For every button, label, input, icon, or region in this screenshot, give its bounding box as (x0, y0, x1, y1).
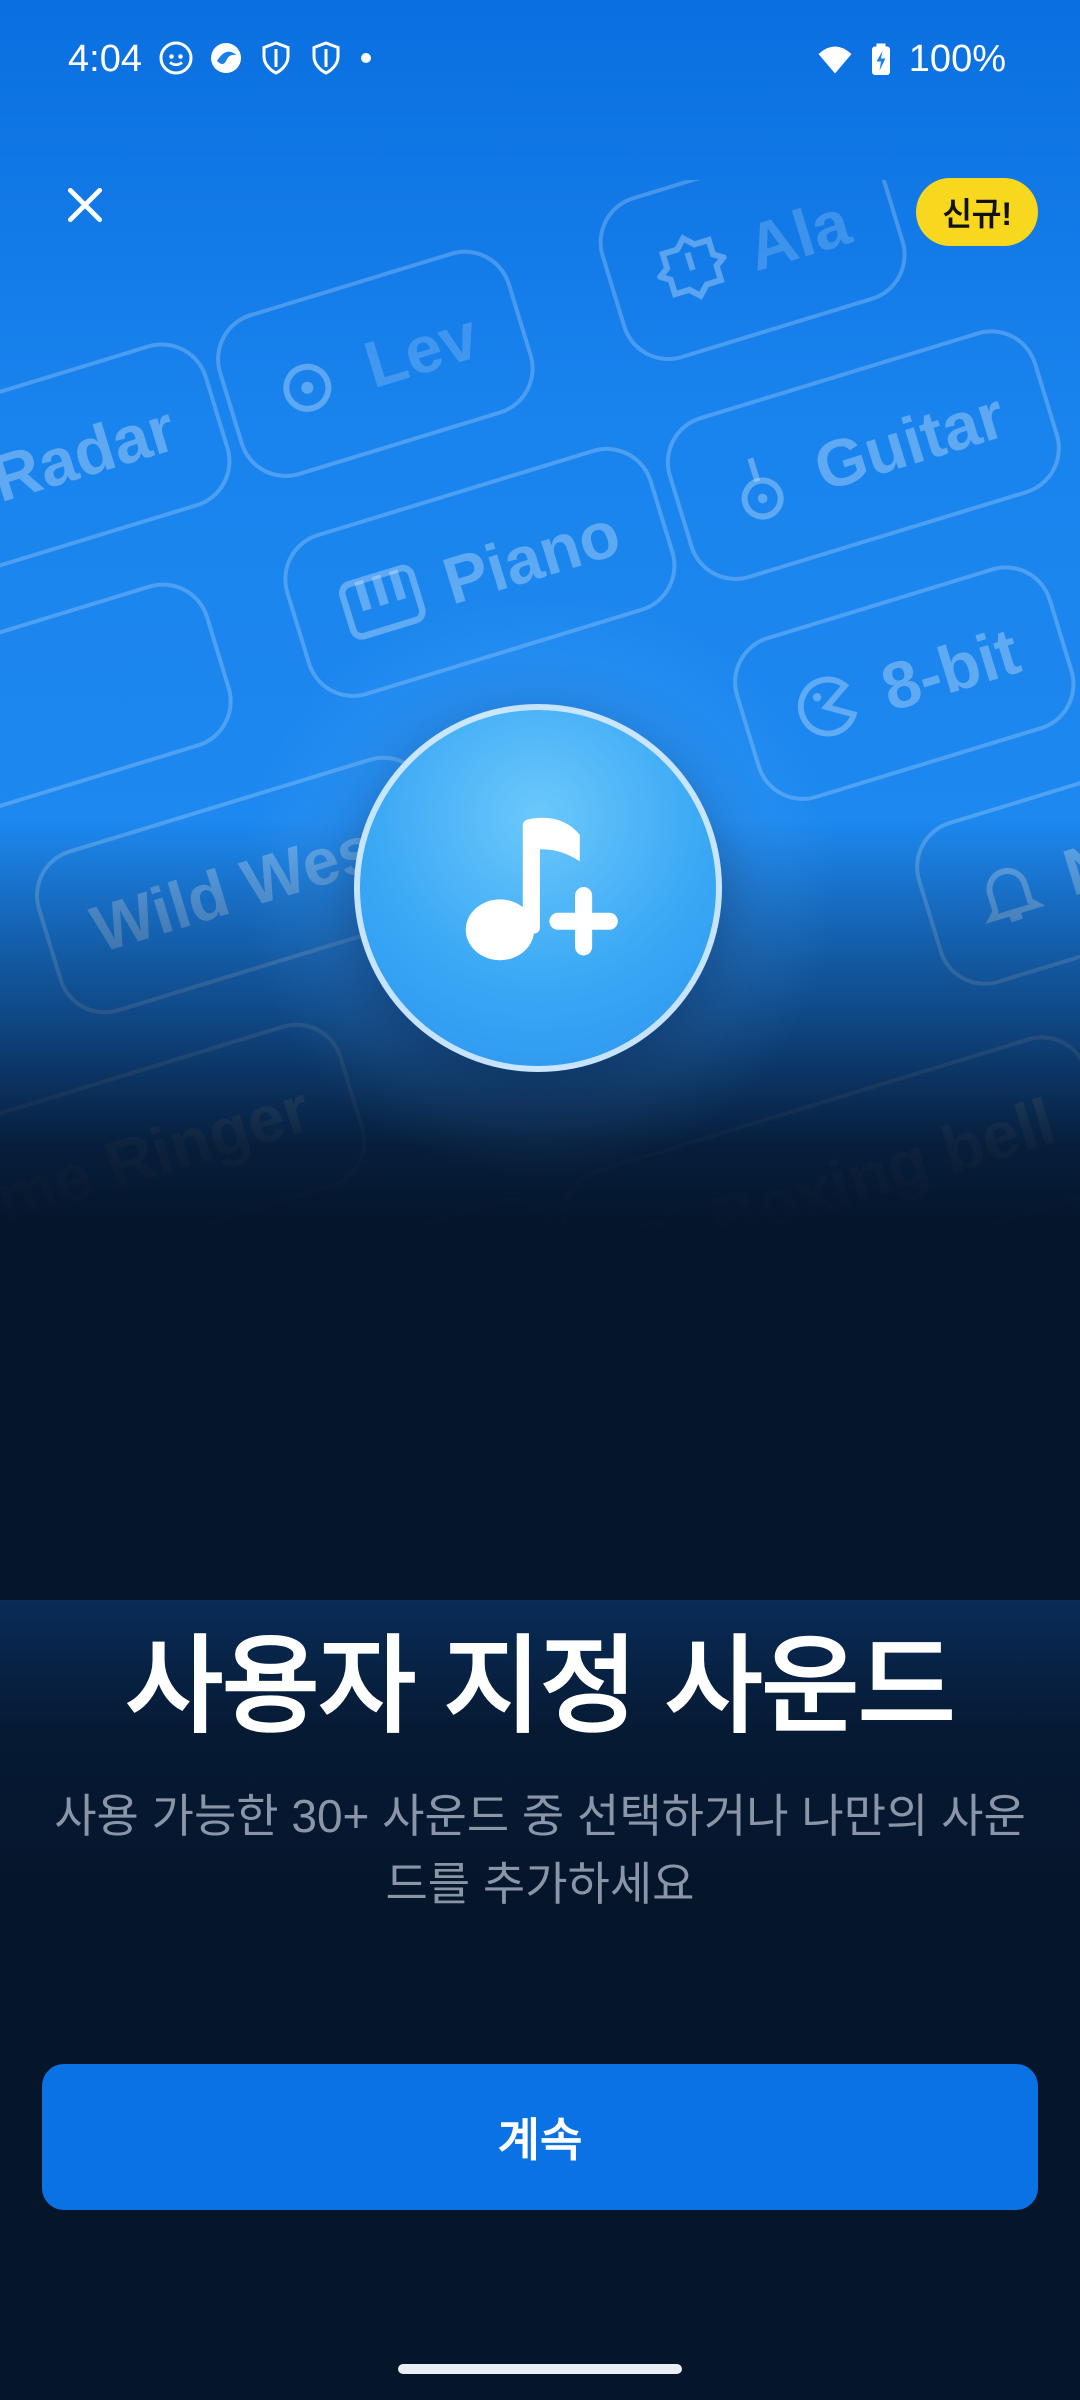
shield-icon (262, 41, 290, 75)
sound-tile-no: No (903, 753, 1080, 998)
sound-tile-radar: Radar (0, 330, 244, 604)
sound-tile-guitar: Guitar (653, 317, 1074, 593)
new-badge: 신규! (916, 178, 1038, 246)
tile-label: Triumph (261, 1245, 533, 1393)
alert-icon (655, 234, 729, 300)
notification-icons (158, 40, 374, 76)
tile-label: Magic (236, 1515, 438, 1600)
page-subtitle: 사용 가능한 30+ 사운드 중 선택하거나 나만의 사운드를 추가하세요 (54, 1790, 1026, 1910)
tile-label: Boxing bell (701, 1083, 1064, 1259)
tile-label: Radar (0, 390, 184, 516)
status-time: 4:04 (68, 38, 142, 80)
page-title: 사용자 지정 사운드 (125, 1628, 955, 1746)
dot-icon (361, 53, 371, 63)
music-note-plus-icon (465, 817, 618, 961)
sound-tile-magic: Magic (177, 1455, 498, 1600)
tile-label: me Ringer (0, 1070, 318, 1236)
wifi-icon (818, 46, 852, 73)
sound-tile-lev: Lev (204, 237, 547, 490)
battery-charging-icon (871, 43, 890, 75)
bell-icon (985, 868, 1046, 924)
sound-tile-alarm: Ala (586, 180, 919, 373)
hero-circle (354, 704, 722, 1072)
shield-icon (312, 41, 340, 75)
guitar-icon (741, 457, 784, 520)
whistle-icon (923, 1368, 998, 1420)
close-button[interactable] (50, 170, 120, 240)
party-icon (193, 1343, 238, 1416)
battery-percentage: 100% (908, 38, 1006, 80)
tile-label: Guitar (805, 377, 1014, 505)
status-bar: 4:04 100% (0, 0, 1080, 120)
face-notification-icon (159, 41, 193, 75)
tile-label: Whistle (1009, 1265, 1080, 1405)
bell-ring-icon (628, 1207, 683, 1269)
tile-label: No (1054, 813, 1080, 910)
browser-icon (211, 43, 241, 73)
tile-label: 8-bit (872, 613, 1028, 725)
home-indicator[interactable] (398, 2364, 682, 2374)
system-icons: 100% (817, 38, 1006, 81)
continue-button[interactable]: 계속 (42, 2064, 1038, 2210)
close-icon (67, 187, 103, 223)
bell-ring-icon (283, 363, 332, 412)
